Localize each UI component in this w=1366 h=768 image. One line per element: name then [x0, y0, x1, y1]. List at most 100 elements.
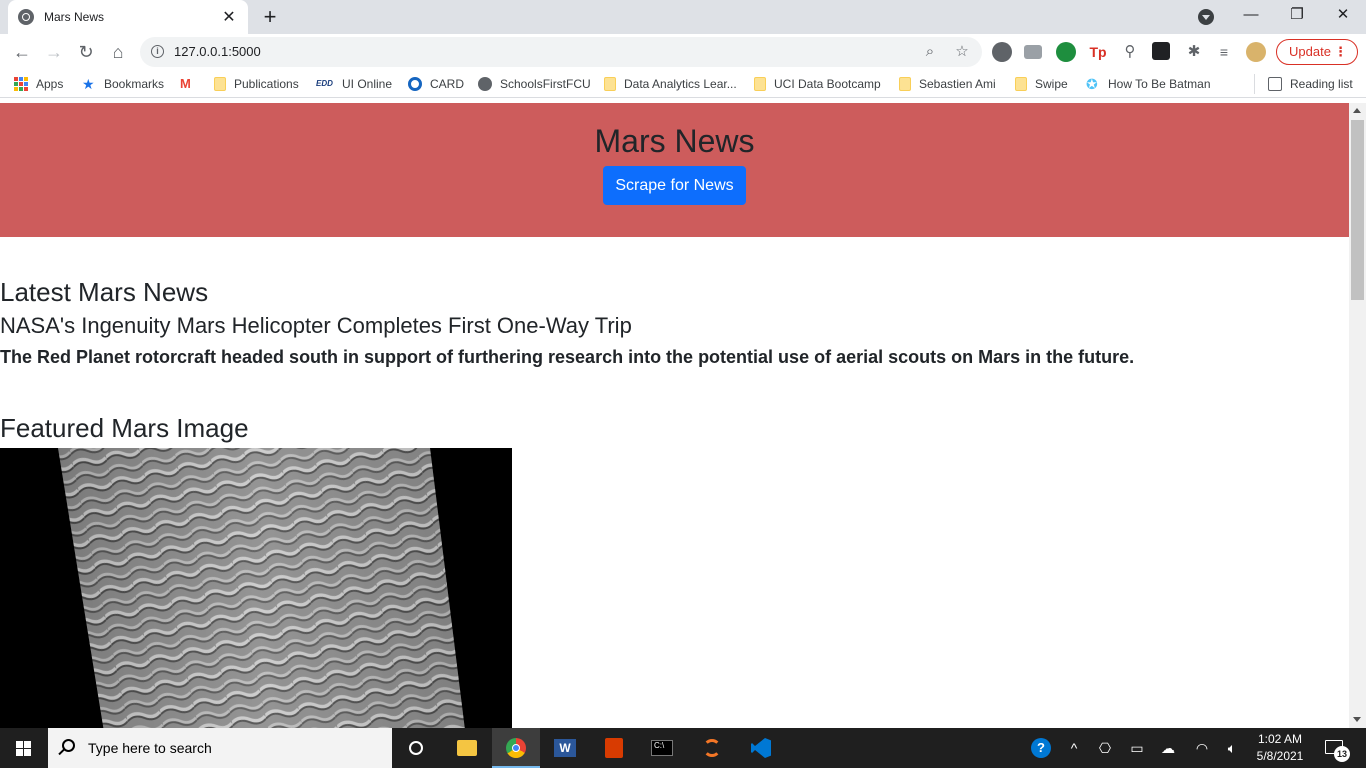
new-tab-button[interactable]: +: [258, 5, 282, 29]
task-view-icon: [409, 741, 423, 755]
terminal-icon: C:\: [651, 740, 673, 756]
back-icon[interactable]: ←: [10, 40, 34, 64]
minimize-button[interactable]: —: [1236, 4, 1266, 26]
folder-icon: [457, 740, 477, 756]
folder-icon: [1015, 77, 1027, 91]
bookmark-gmail[interactable]: M: [180, 76, 202, 92]
task-view-button[interactable]: [392, 728, 440, 768]
scrape-button[interactable]: Scrape for News: [603, 166, 746, 205]
batman-icon: ✪: [1086, 76, 1098, 92]
reload-icon[interactable]: ↻: [74, 40, 98, 64]
battery-icon[interactable]: ▭: [1129, 740, 1145, 756]
green-extension-icon[interactable]: [1056, 42, 1076, 62]
chevron-up-icon[interactable]: ^: [1066, 740, 1082, 756]
clock-time[interactable]: 1:02 AM: [1252, 732, 1308, 746]
bookmark-label: UCI Data Bootcamp: [774, 77, 881, 91]
restore-button[interactable]: ❐: [1282, 4, 1312, 26]
wifi-icon[interactable]: ◠: [1194, 740, 1210, 756]
start-button[interactable]: [0, 728, 48, 768]
jupyter-button[interactable]: [688, 728, 736, 768]
word-button[interactable]: W: [541, 728, 589, 768]
taskbar-search[interactable]: Type here to search: [48, 728, 392, 768]
bookmark-data-analytics[interactable]: Data Analytics Lear...: [604, 76, 737, 92]
onedrive-icon[interactable]: ☁: [1160, 740, 1176, 756]
pin-extension-icon[interactable]: ⚲: [1120, 42, 1140, 62]
update-label: Update: [1289, 44, 1331, 59]
browser-tab[interactable]: Mars News ✕: [8, 0, 248, 34]
bookmark-sebastien[interactable]: Sebastien Ami: [899, 76, 996, 92]
globe-icon: [478, 77, 492, 91]
divider: [1254, 74, 1255, 94]
featured-image-heading: Featured Mars Image: [0, 413, 249, 443]
puzzle-icon[interactable]: ✱: [1184, 42, 1204, 62]
tp-extension-icon[interactable]: Tp: [1088, 42, 1108, 62]
page-scrollbar[interactable]: [1349, 103, 1366, 728]
media-icon[interactable]: ≡: [1214, 42, 1234, 62]
browser-toolbar: ← → ↻ ⌂ i 127.0.0.1:5000 ⌕ ☆ Tp ⚲ ✱ ≡ Up…: [0, 34, 1366, 70]
folder-icon: [604, 77, 616, 91]
bookmark-batman[interactable]: ✪ How To Be Batman: [1086, 76, 1211, 92]
volume-icon[interactable]: 🔈︎: [1224, 740, 1240, 756]
card-icon: [408, 77, 422, 91]
chrome-button[interactable]: [492, 728, 540, 768]
close-window-button[interactable]: ✕: [1328, 4, 1358, 26]
extension-1-icon[interactable]: [992, 42, 1012, 62]
tab-search-icon[interactable]: [1198, 9, 1214, 25]
reading-list-icon: [1268, 77, 1282, 91]
vscode-icon: [751, 738, 771, 758]
word-icon: W: [554, 739, 576, 757]
site-info-icon[interactable]: i: [151, 45, 164, 58]
office-icon: [605, 738, 623, 758]
windows-icon: [16, 741, 31, 756]
reading-list-button[interactable]: Reading list: [1268, 76, 1353, 92]
notification-center[interactable]: 13: [1323, 738, 1353, 762]
bookmark-ui-online[interactable]: EDD UI Online: [316, 76, 392, 92]
meet-now-icon[interactable]: ⎔: [1097, 740, 1113, 756]
news-title: NASA's Ingenuity Mars Helicopter Complet…: [0, 313, 632, 338]
gmail-icon: M: [180, 76, 191, 91]
news-paragraph: The Red Planet rotorcraft headed south i…: [0, 347, 1135, 367]
search-icon: [62, 739, 75, 752]
forward-icon[interactable]: →: [42, 40, 66, 64]
home-icon[interactable]: ⌂: [106, 40, 130, 64]
bookmark-schoolsfirstfcu[interactable]: SchoolsFirstFCU: [478, 76, 591, 92]
address-bar[interactable]: i 127.0.0.1:5000 ⌕ ☆: [140, 37, 982, 67]
page-title: Mars News: [594, 123, 755, 159]
vscode-button[interactable]: [737, 728, 785, 768]
camera-extension-icon[interactable]: [1024, 45, 1042, 59]
apps-grid-icon: [14, 77, 28, 91]
file-explorer-button[interactable]: [443, 728, 491, 768]
avatar[interactable]: [1246, 42, 1266, 62]
zoom-icon[interactable]: ⌕: [920, 42, 940, 62]
terminal-button[interactable]: C:\: [638, 728, 686, 768]
bookmark-uci-bootcamp[interactable]: UCI Data Bootcamp: [754, 76, 881, 92]
bookmark-apps[interactable]: Apps: [14, 76, 63, 92]
bookmark-publications[interactable]: Publications: [214, 76, 299, 92]
windows-taskbar: Type here to search W C:\ ? ^ ⎔ ▭ ☁ ◠ 🔈︎…: [0, 728, 1366, 768]
bookmark-card[interactable]: CARD: [408, 76, 464, 92]
clock-date[interactable]: 5/8/2021: [1252, 749, 1308, 763]
office-button[interactable]: [590, 728, 638, 768]
help-icon[interactable]: ?: [1031, 738, 1051, 758]
menu-dots-icon: ⋮: [1334, 44, 1347, 59]
bookmark-bookmarks[interactable]: ★ Bookmarks: [82, 76, 164, 92]
bookmark-label: Sebastien Ami: [919, 77, 996, 91]
scroll-thumb[interactable]: [1351, 120, 1364, 300]
scroll-up-icon[interactable]: [1353, 108, 1361, 113]
bookmark-star-icon[interactable]: ☆: [952, 42, 972, 62]
close-tab-icon[interactable]: ✕: [220, 7, 238, 27]
globe-icon: [18, 9, 34, 25]
jumbotron-header: Mars News Scrape for News: [0, 103, 1349, 237]
orange-extension-icon[interactable]: [1152, 42, 1170, 60]
folder-icon: [754, 77, 766, 91]
tab-strip: Mars News ✕ + — ❐ ✕: [0, 0, 1366, 34]
scroll-down-icon[interactable]: [1353, 717, 1361, 722]
notification-count: 13: [1334, 746, 1350, 762]
bookmark-swipe[interactable]: Swipe: [1015, 76, 1068, 92]
url-text[interactable]: 127.0.0.1:5000: [174, 44, 261, 59]
reading-list-label: Reading list: [1290, 77, 1353, 91]
bookmark-label: Apps: [36, 77, 64, 91]
search-placeholder: Type here to search: [88, 740, 212, 756]
update-button[interactable]: Update ⋮: [1276, 39, 1358, 65]
latest-news-heading: Latest Mars News: [0, 277, 209, 307]
